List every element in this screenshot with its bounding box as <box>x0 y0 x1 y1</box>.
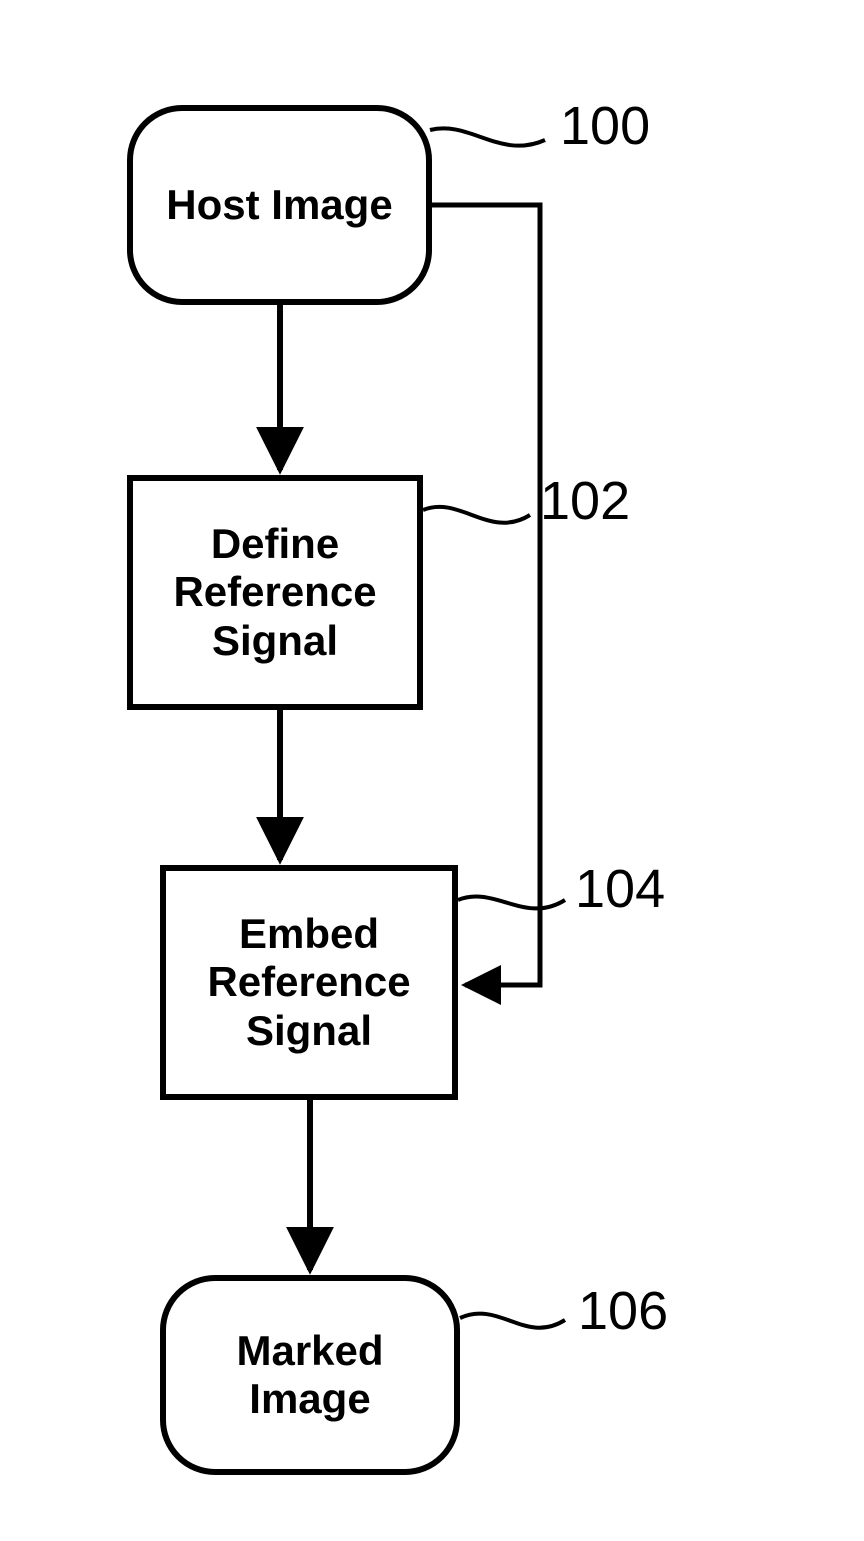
node-marked-image: Marked Image <box>160 1275 460 1475</box>
leader-marked <box>460 1314 565 1328</box>
node-marked-text: Marked Image <box>236 1327 383 1424</box>
node-define-text: Define Reference Signal <box>173 520 376 665</box>
leader-embed <box>458 897 565 909</box>
node-define-reference-signal: Define Reference Signal <box>127 475 423 710</box>
node-host-image: Host Image <box>127 105 432 305</box>
ref-label-define: 102 <box>540 470 630 532</box>
node-embed-text: Embed Reference Signal <box>207 910 410 1055</box>
node-embed-reference-signal: Embed Reference Signal <box>160 865 458 1100</box>
leader-define <box>423 507 530 523</box>
ref-label-host: 100 <box>560 95 650 157</box>
flowchart-canvas: Host Image Define Reference Signal Embed… <box>0 0 864 1541</box>
ref-label-embed: 104 <box>575 858 665 920</box>
ref-label-marked: 106 <box>578 1280 668 1342</box>
node-host-image-text: Host Image <box>166 181 392 229</box>
leader-host <box>430 128 545 145</box>
